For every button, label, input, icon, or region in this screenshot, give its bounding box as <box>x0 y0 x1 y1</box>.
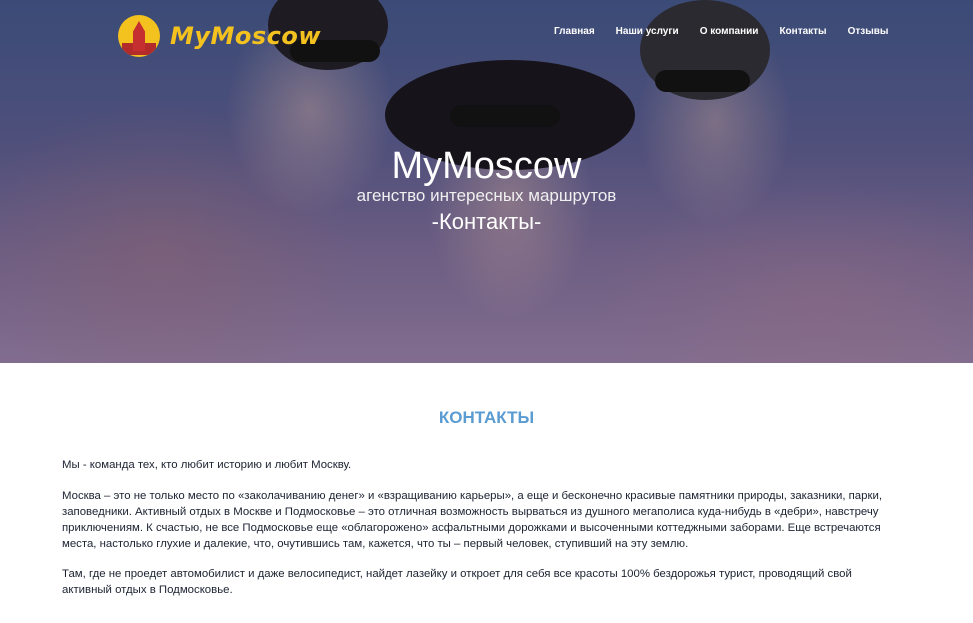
site-logo[interactable]: MyMoscow <box>118 15 321 57</box>
nav-link-reviews[interactable]: Отзывы <box>848 26 889 37</box>
hero-subtitle: агенство интересных маршрутов <box>356 186 617 205</box>
nav-link-about[interactable]: О компании <box>700 26 759 37</box>
paragraph: Там, где не проедет автомобилист и даже … <box>62 568 852 596</box>
hero-page-name: -Контакты- <box>431 209 542 234</box>
main-nav: Главная Наши услуги О компании Контакты … <box>554 26 909 37</box>
hero-photo-shape <box>655 70 750 92</box>
paragraph: Москва – это не только место по «заколач… <box>62 490 882 550</box>
paragraph: Мы - команда тех, кто любит историю и лю… <box>62 459 352 471</box>
nav-link-services[interactable]: Наши услуги <box>616 26 679 37</box>
hero-banner: MyMoscow Главная Наши услуги О компании … <box>0 0 973 363</box>
hero-title: MyMoscow <box>391 145 582 187</box>
logo-text: MyMoscow <box>170 22 322 50</box>
nav-link-contacts[interactable]: Контакты <box>779 26 826 37</box>
nav-link-home[interactable]: Главная <box>554 26 595 37</box>
section-title: КОНТАКТЫ <box>438 408 535 427</box>
hero-photo-shape <box>450 105 560 127</box>
kremlin-logo-icon <box>118 15 160 57</box>
